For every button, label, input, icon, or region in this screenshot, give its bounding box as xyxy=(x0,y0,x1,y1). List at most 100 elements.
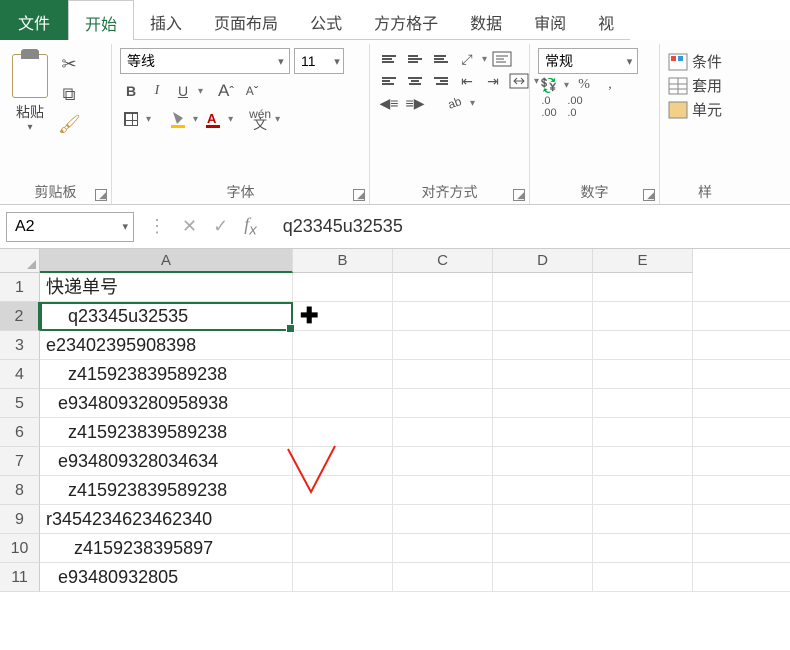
cell[interactable] xyxy=(393,389,493,418)
number-dialog-launcher-icon[interactable]: ◢ xyxy=(643,189,655,201)
tab-formulas[interactable]: 公式 xyxy=(294,0,358,40)
cell[interactable] xyxy=(293,273,393,302)
cell[interactable]: 快递单号 xyxy=(40,273,293,302)
cell[interactable] xyxy=(493,331,593,360)
column-header[interactable]: C xyxy=(393,249,493,273)
cell[interactable] xyxy=(493,389,593,418)
row-header[interactable]: 1 xyxy=(0,273,40,302)
cell[interactable] xyxy=(493,505,593,534)
cell[interactable] xyxy=(593,273,693,302)
cell[interactable] xyxy=(293,563,393,592)
cell[interactable] xyxy=(493,476,593,505)
cell[interactable] xyxy=(493,302,593,331)
align-center-button[interactable] xyxy=(404,70,426,92)
chevron-down-icon[interactable]: ▾ xyxy=(331,55,343,68)
cell[interactable] xyxy=(293,447,393,476)
cell[interactable] xyxy=(493,360,593,389)
fill-color-button[interactable] xyxy=(167,108,189,130)
italic-button[interactable]: I xyxy=(146,80,168,102)
row-header[interactable]: 2 xyxy=(0,302,40,331)
chevron-down-icon[interactable]: ▾ xyxy=(118,220,133,233)
indent-right-button[interactable]: ≡▶ xyxy=(404,92,426,114)
number-format-combo[interactable]: ▾ xyxy=(538,48,638,74)
cell[interactable] xyxy=(693,273,790,302)
row-header[interactable]: 5 xyxy=(0,389,40,418)
underline-button[interactable]: U xyxy=(172,80,194,102)
row-header[interactable]: 4 xyxy=(0,360,40,389)
tab-insert[interactable]: 插入 xyxy=(134,0,198,40)
row-header[interactable]: 10 xyxy=(0,534,40,563)
cell[interactable] xyxy=(693,534,790,563)
cell[interactable] xyxy=(493,447,593,476)
comma-button[interactable]: , xyxy=(599,74,621,96)
font-name-input[interactable] xyxy=(121,49,273,73)
select-all-corner[interactable] xyxy=(0,249,40,273)
cell[interactable] xyxy=(593,360,693,389)
cell[interactable] xyxy=(393,273,493,302)
cell[interactable] xyxy=(593,389,693,418)
copy-icon[interactable]: ⧉ xyxy=(58,84,80,106)
format-as-table-button[interactable]: 套用 xyxy=(668,75,742,96)
format-painter-icon[interactable]: 🖌 xyxy=(58,114,80,136)
cell[interactable] xyxy=(293,302,393,331)
cell[interactable] xyxy=(493,534,593,563)
cell[interactable] xyxy=(693,476,790,505)
clipboard-dialog-launcher-icon[interactable]: ◢ xyxy=(95,189,107,201)
increase-font-button[interactable]: Aˆ xyxy=(215,80,237,102)
cell[interactable] xyxy=(693,505,790,534)
cell[interactable]: z4159238395897 xyxy=(40,534,293,563)
cell[interactable] xyxy=(593,418,693,447)
cell[interactable] xyxy=(293,331,393,360)
row-header[interactable]: 7 xyxy=(0,447,40,476)
cell[interactable]: q23345u32535 xyxy=(40,302,293,331)
cell[interactable] xyxy=(293,418,393,447)
name-box-input[interactable] xyxy=(7,218,118,236)
cell[interactable] xyxy=(593,534,693,563)
cell[interactable] xyxy=(693,563,790,592)
cell[interactable] xyxy=(393,563,493,592)
tab-view[interactable]: 视 xyxy=(582,0,630,40)
row-header[interactable]: 11 xyxy=(0,563,40,592)
orientation-button[interactable]: ⤢ xyxy=(456,48,478,70)
cell[interactable] xyxy=(693,331,790,360)
percent-button[interactable]: % xyxy=(573,74,595,96)
font-name-combo[interactable]: ▾ xyxy=(120,48,290,74)
cell[interactable]: e93480932805 xyxy=(40,563,293,592)
row-header[interactable]: 6 xyxy=(0,418,40,447)
cell[interactable] xyxy=(593,563,693,592)
cell[interactable] xyxy=(293,534,393,563)
font-size-combo[interactable]: ▾ xyxy=(294,48,344,74)
alignment-dialog-launcher-icon[interactable]: ◢ xyxy=(513,189,525,201)
tab-file[interactable]: 文件 xyxy=(0,0,68,40)
formula-input[interactable] xyxy=(265,216,790,237)
cell[interactable] xyxy=(493,563,593,592)
increase-indent-button[interactable]: ⇥ xyxy=(482,70,504,92)
accounting-format-button[interactable]: 💱 xyxy=(538,74,560,96)
font-size-input[interactable] xyxy=(295,49,331,73)
cell[interactable] xyxy=(293,505,393,534)
cell[interactable] xyxy=(393,331,493,360)
enter-icon[interactable]: ✓ xyxy=(213,216,228,237)
tab-data[interactable]: 数据 xyxy=(454,0,518,40)
cell[interactable] xyxy=(393,418,493,447)
tab-ffgz[interactable]: 方方格子 xyxy=(358,0,454,40)
cell[interactable] xyxy=(693,302,790,331)
tab-pagelayout[interactable]: 页面布局 xyxy=(198,0,294,40)
cell[interactable] xyxy=(693,447,790,476)
borders-button[interactable] xyxy=(120,108,142,130)
row-header[interactable]: 3 xyxy=(0,331,40,360)
column-header[interactable]: E xyxy=(593,249,693,273)
ab-rotate-button[interactable]: ab xyxy=(444,92,466,114)
cell[interactable] xyxy=(493,273,593,302)
cell[interactable]: e934809328034634 xyxy=(40,447,293,476)
cell[interactable]: e9348093280958938 xyxy=(40,389,293,418)
wrap-text-button[interactable] xyxy=(491,48,513,70)
cell[interactable] xyxy=(393,505,493,534)
cell-styles-button[interactable]: 单元 xyxy=(668,99,742,120)
align-top-button[interactable] xyxy=(378,48,400,70)
conditional-formatting-button[interactable]: 条件 xyxy=(668,51,742,72)
fx-icon[interactable]: fx xyxy=(244,214,257,239)
cell[interactable] xyxy=(393,476,493,505)
cell[interactable] xyxy=(593,447,693,476)
cell[interactable] xyxy=(393,302,493,331)
